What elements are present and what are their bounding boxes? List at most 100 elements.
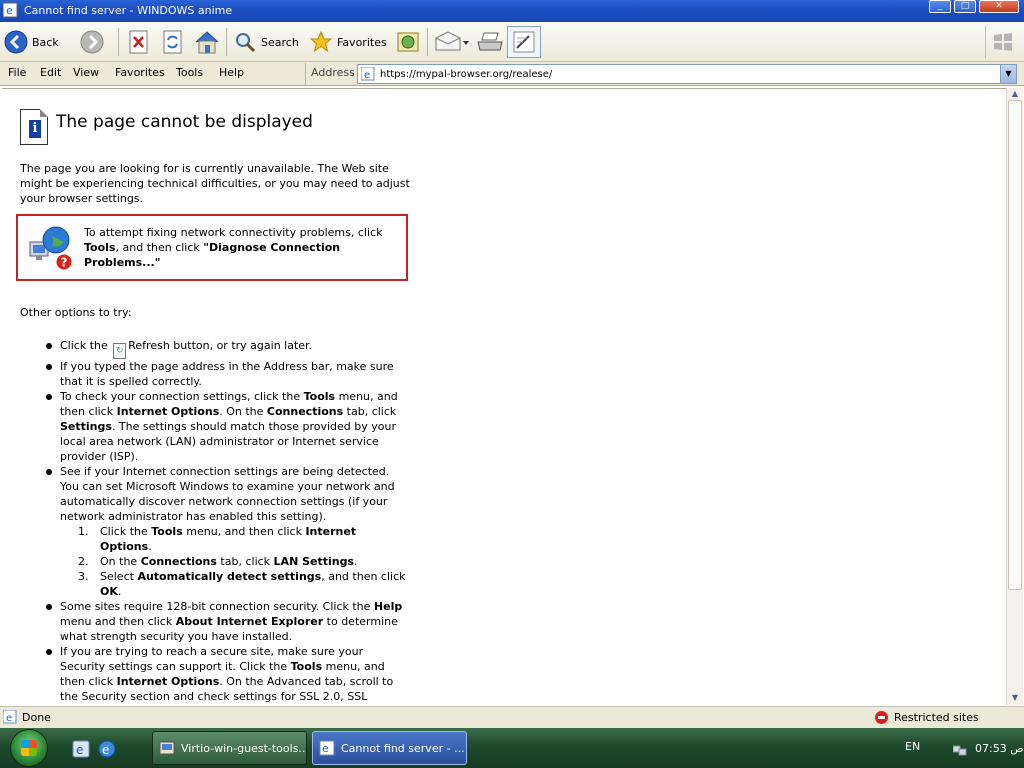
taskbar-button-label: Virtio-win-guest-tools...	[181, 741, 307, 755]
scroll-down-arrow-icon[interactable]: ▼	[1009, 693, 1021, 703]
history-button[interactable]	[396, 26, 420, 58]
back-button[interactable]: Back	[4, 26, 59, 58]
mail-button[interactable]	[434, 26, 470, 58]
start-button[interactable]	[10, 729, 48, 767]
taskbar-button-label: Cannot find server - ...	[341, 741, 465, 755]
svg-text:e: e	[6, 4, 13, 17]
close-window-button[interactable]: ✕	[979, 0, 1019, 13]
step1-c: .	[148, 540, 152, 553]
ie-quicklaunch-icon[interactable]: e	[72, 740, 90, 758]
forward-arrow-icon	[80, 30, 104, 54]
step-number: 3.	[78, 570, 89, 583]
address-input[interactable]	[380, 67, 990, 81]
step-number: 1.	[78, 525, 89, 538]
status-text: Done	[22, 711, 51, 724]
edit-page-icon	[513, 31, 535, 53]
svg-text:e: e	[102, 743, 109, 757]
diagnose-middle: , and then click	[115, 241, 204, 254]
menu-view[interactable]: View	[73, 66, 99, 79]
standard-toolbar: Back Search Favorites	[0, 22, 1024, 62]
title-bar: e Cannot find server - WINDOWS anime _ □…	[0, 0, 1024, 22]
option-sec-b: menu and then click	[60, 615, 176, 628]
search-button[interactable]: Search	[233, 26, 299, 58]
step3-ok: OK	[100, 585, 118, 598]
refresh-button[interactable]	[162, 26, 184, 58]
menu-edit[interactable]: Edit	[40, 66, 61, 79]
detect-steps: 1. Click the Tools menu, and then click I…	[60, 524, 410, 599]
step2-b: tab, click	[216, 555, 274, 568]
system-clock[interactable]: 07:53 ص	[975, 742, 1024, 755]
scroll-thumb[interactable]	[1008, 100, 1022, 590]
forward-button[interactable]	[80, 26, 104, 58]
option-sec-a: Some sites require 128-bit connection se…	[60, 600, 374, 613]
security-zone-text[interactable]: Restricted sites	[894, 711, 979, 724]
network-globe-icon: ?	[29, 226, 73, 271]
stop-icon	[129, 30, 148, 54]
step3-a: Select	[100, 570, 138, 583]
option-conn-c: . On the	[219, 405, 267, 418]
step-item: 1. Click the Tools menu, and then click I…	[60, 524, 410, 554]
scroll-up-arrow-icon[interactable]: ▲	[1009, 89, 1021, 99]
svg-text:e: e	[322, 742, 329, 755]
option-ssl-tools: Tools	[290, 660, 323, 673]
step3-c: .	[117, 585, 122, 598]
option-conn-io: Internet Options	[116, 405, 220, 418]
toolbar-separator	[226, 28, 227, 56]
maximize-button[interactable]: □	[954, 0, 976, 13]
menu-favorites[interactable]: Favorites	[115, 66, 165, 79]
list-item: If you typed the page address in the Add…	[20, 359, 410, 389]
option-ssl-io: Internet Options	[116, 675, 220, 688]
toolbar-separator	[427, 28, 428, 56]
menu-file[interactable]: File	[8, 66, 26, 79]
svg-text:e: e	[364, 70, 370, 81]
list-item: Click the ↻ Refresh button, or try again …	[20, 338, 410, 359]
option-conn-tab: Connections	[266, 405, 344, 418]
options-list: Click the ↻ Refresh button, or try again …	[20, 338, 410, 704]
option-address-check: If you typed the page address in the Add…	[60, 360, 394, 388]
menu-help[interactable]: Help	[219, 66, 244, 79]
option-conn-settings: Settings	[60, 420, 112, 433]
step3-auto: Automatically detect settings	[137, 570, 322, 583]
toolbar-separator	[118, 28, 119, 56]
diagnose-tools-word: Tools	[84, 241, 116, 254]
taskbar-button-cannot-find-server[interactable]: e Cannot find server - ...	[312, 731, 467, 765]
list-item: To check your connection settings, click…	[20, 389, 410, 464]
svg-text:e: e	[6, 713, 12, 724]
step1-b: menu, and then click	[182, 525, 306, 538]
list-item: Some sites require 128-bit connection se…	[20, 599, 410, 644]
taskbar-button-virtio[interactable]: Virtio-win-guest-tools...	[152, 731, 307, 765]
minimize-button[interactable]: _	[929, 0, 951, 13]
menu-bar: File Edit View Favorites Tools Help Addr…	[0, 62, 1024, 86]
mail-icon	[435, 31, 469, 51]
windows-flag-icon	[993, 33, 1012, 51]
installer-icon	[159, 741, 175, 755]
vertical-scrollbar[interactable]: ▲ ▼	[1006, 88, 1023, 705]
network-tray-icon[interactable]	[953, 744, 967, 756]
taskbar: e e Virtio-win-guest-tools... e Cannot f…	[0, 728, 1024, 768]
diagnose-text: To attempt fixing network connectivity p…	[84, 225, 404, 270]
back-arrow-icon	[4, 30, 28, 54]
list-item: If you are trying to reach a secure site…	[20, 644, 410, 704]
home-button[interactable]	[194, 26, 220, 58]
ie-window-icon: e	[319, 740, 335, 756]
step-item: 3. Select Automatically detect settings, …	[60, 569, 410, 599]
language-indicator[interactable]: EN	[905, 740, 920, 753]
menu-tools[interactable]: Tools	[176, 66, 203, 79]
page-status-icon: e	[3, 710, 17, 724]
step-number: 2.	[78, 555, 89, 568]
stop-button[interactable]	[128, 26, 150, 58]
ie-browser-quicklaunch-icon[interactable]: e	[98, 740, 116, 758]
page-title: The page cannot be displayed	[56, 112, 313, 132]
refresh-icon	[163, 30, 182, 54]
step2-a: On the	[100, 555, 141, 568]
option-sec-about: About Internet Explorer	[175, 615, 324, 628]
favorites-button[interactable]: Favorites	[309, 26, 387, 58]
address-bar[interactable]: e ▼	[357, 64, 1017, 84]
refresh-icon: ↻	[113, 343, 127, 359]
ie-app-icon: e	[3, 2, 18, 18]
intro-text: The page you are looking for is currentl…	[20, 162, 410, 205]
window-title: Cannot find server - WINDOWS anime	[24, 4, 233, 17]
address-dropdown-button[interactable]: ▼	[1000, 65, 1016, 83]
print-button[interactable]	[476, 26, 504, 58]
edit-button[interactable]	[507, 26, 541, 58]
